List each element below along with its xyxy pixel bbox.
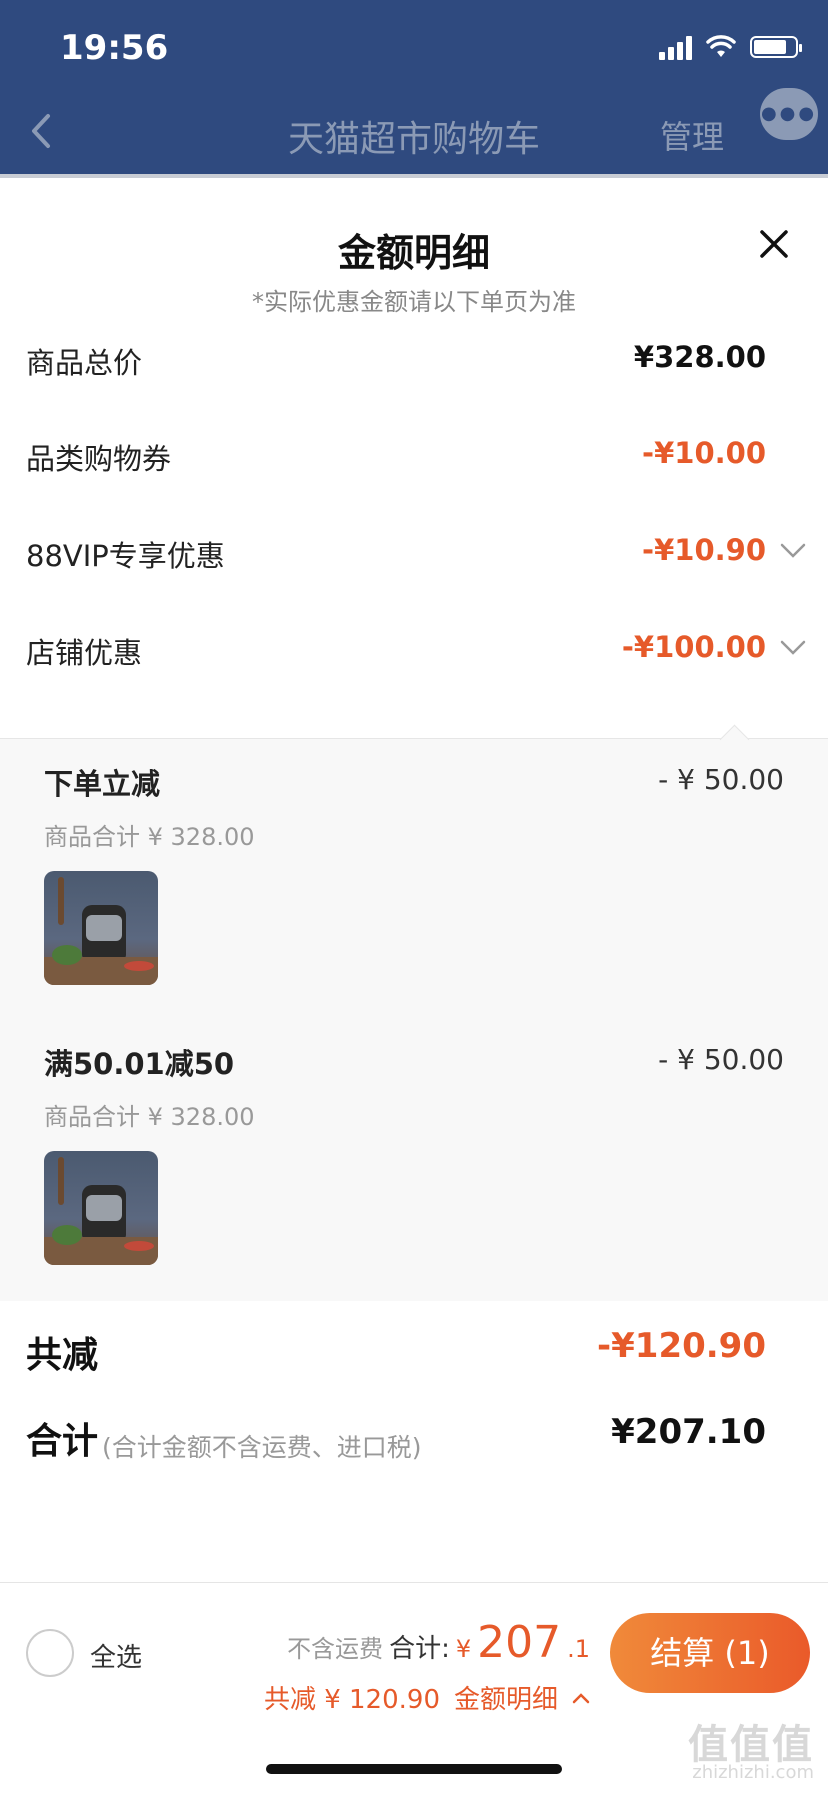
- row-label: 店铺优惠: [26, 636, 143, 670]
- sheet-title: 金额明细: [337, 231, 490, 275]
- grand-total-label: 合计: [26, 1421, 99, 1462]
- close-icon[interactable]: [756, 226, 792, 262]
- discount-title: 下单立减: [44, 767, 161, 801]
- row-value: ¥328.00: [633, 340, 766, 374]
- checkout-button[interactable]: 结算 (1): [610, 1613, 810, 1693]
- row-value: -¥100.00: [621, 630, 766, 664]
- detail-pointer: [719, 724, 750, 755]
- shop-discount-details: 下单立减 - ¥ 50.00 商品合计 ¥ 328.00 满50.01减50 -…: [0, 724, 828, 1301]
- select-all-checkbox[interactable]: [26, 1629, 74, 1677]
- discount-text: 共减 ¥ 120.90: [263, 1685, 440, 1715]
- product-thumbnail[interactable]: [44, 871, 158, 985]
- top-bar: 19:56 天猫超市购物车 管理 ●●●: [0, 0, 828, 176]
- discount-summary[interactable]: 共减 ¥ 120.90 金额明细: [264, 1679, 590, 1716]
- total-discount-label: 共减: [26, 1335, 99, 1376]
- row-88vip-discount[interactable]: 88VIP专享优惠 -¥10.90: [0, 523, 828, 583]
- discount-subtotal: 商品合计 ¥ 328.00: [44, 823, 255, 851]
- row-label: 88VIP专享优惠: [26, 539, 225, 573]
- wifi-icon: [706, 35, 736, 57]
- row-item-total: 商品总价 ¥328.00: [0, 330, 828, 390]
- chevron-down-icon[interactable]: [780, 640, 806, 656]
- battery-icon: [750, 36, 802, 58]
- discount-title: 满50.01减50: [44, 1047, 235, 1081]
- row-shop-discount[interactable]: 店铺优惠 -¥100.00: [0, 620, 828, 680]
- total-summary: 不含运费 合计: ¥ 207 .1: [287, 1617, 590, 1668]
- chevron-down-icon[interactable]: [780, 543, 806, 559]
- discount-amount: - ¥ 50.00: [658, 1043, 784, 1076]
- total-discount-value: -¥120.90: [597, 1326, 766, 1366]
- grand-total-value: ¥207.10: [611, 1412, 766, 1452]
- more-menu-icon[interactable]: ●●●: [760, 88, 818, 140]
- select-all-label[interactable]: 全选: [90, 1637, 142, 1674]
- row-value: -¥10.00: [642, 436, 766, 470]
- product-thumbnail[interactable]: [44, 1151, 158, 1265]
- status-time: 19:56: [60, 28, 169, 68]
- home-indicator[interactable]: [266, 1764, 562, 1774]
- no-shipping-note: 不含运费: [287, 1635, 384, 1663]
- currency-symbol: ¥: [455, 1635, 472, 1663]
- discount-amount: - ¥ 50.00: [658, 763, 784, 796]
- total-label: 合计:: [389, 1634, 450, 1664]
- status-icons: [659, 34, 802, 60]
- row-label: 商品总价: [26, 346, 143, 380]
- grand-total-note: (合计金额不含运费、进口税): [102, 1433, 422, 1462]
- row-value: -¥10.90: [642, 533, 766, 567]
- sheet-subtitle: *实际优惠金额请以下单页为准: [252, 288, 576, 316]
- cellular-signal-icon: [659, 34, 692, 60]
- chevron-up-icon[interactable]: [572, 1692, 590, 1704]
- amount-detail-sheet: 金额明细 *实际优惠金额请以下单页为准 商品总价 ¥328.00 品类购物券 -…: [0, 178, 828, 1582]
- watermark-url: zhizhizhi.com: [692, 1762, 814, 1783]
- total-decimal: .1: [567, 1635, 590, 1663]
- row-category-coupon: 品类购物券 -¥10.00: [0, 426, 828, 486]
- total-integer: 207: [477, 1617, 562, 1668]
- amount-detail-link[interactable]: 金额明细: [454, 1679, 558, 1716]
- discount-subtotal: 商品合计 ¥ 328.00: [44, 1103, 255, 1131]
- manage-button[interactable]: 管理: [660, 112, 724, 158]
- row-label: 品类购物券: [26, 442, 172, 476]
